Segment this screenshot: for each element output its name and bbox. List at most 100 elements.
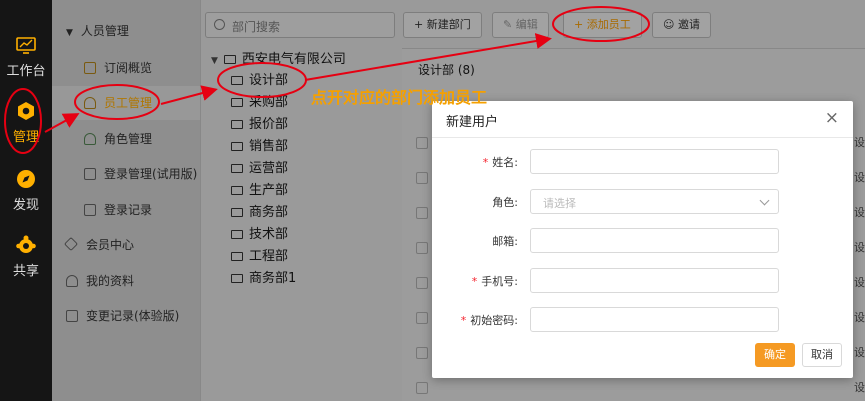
nav-item-label: 会员中心 <box>86 238 135 252</box>
tree-item-dept[interactable]: 采购部 <box>231 93 288 113</box>
field-label-text: 姓名: <box>492 156 518 169</box>
nav-section-title: 人员管理 <box>80 24 129 38</box>
caret-down-icon: ▼ <box>66 28 73 38</box>
nav-section-header[interactable]: ▼ 人员管理 <box>66 22 129 39</box>
row-checkbox[interactable] <box>416 137 428 149</box>
tree-item-dept[interactable]: 技术部 <box>231 225 288 245</box>
new-department-button[interactable]: + 新建部门 <box>403 12 482 38</box>
confirm-button[interactable]: 确定 <box>755 343 795 367</box>
folder-icon <box>231 252 243 261</box>
rail-item-manage[interactable]: 管理 <box>0 100 52 145</box>
row-checkbox[interactable] <box>416 347 428 359</box>
button-label: 新建部门 <box>426 18 471 31</box>
row-cell: 设 <box>854 136 865 149</box>
nav-item-login-manage[interactable]: 登录管理(试用版) <box>52 157 200 191</box>
button-label: 添加员工 <box>586 18 631 31</box>
folder-icon <box>231 186 243 195</box>
folder-icon <box>231 208 243 217</box>
email-input[interactable] <box>530 228 779 253</box>
department-title: 设计部 (8) <box>418 63 475 77</box>
user-icon <box>84 97 96 109</box>
tree-item-dept[interactable]: 生产部 <box>231 181 288 201</box>
tree-root[interactable]: ▼ 西安电气有限公司 <box>211 50 346 70</box>
row-checkbox[interactable] <box>416 242 428 254</box>
nav-item-my-profile[interactable]: 我的资料 <box>52 264 200 298</box>
tree-item-dept[interactable]: 报价部 <box>231 115 288 135</box>
tree-item-dept[interactable]: 商务部1 <box>231 269 296 289</box>
dialog-title: 新建用户 <box>446 115 499 130</box>
caret-down-icon: ▼ <box>211 56 218 66</box>
phone-input[interactable] <box>530 268 779 293</box>
new-user-dialog: 新建用户 × * 姓名: 角色: 请选择 邮箱: * 手机号: * 初始密码: 确定 … <box>432 101 853 378</box>
tree-item-dept[interactable]: 运营部 <box>231 159 288 179</box>
nav-item-subscription[interactable]: 订阅概览 <box>52 51 200 85</box>
row-cell: 设 <box>854 276 865 289</box>
folder-icon <box>223 55 236 64</box>
nav-item-login-records[interactable]: 登录记录 <box>52 193 200 227</box>
rail-item-share[interactable]: 共享 <box>0 234 52 279</box>
tree-item-dept[interactable]: 销售部 <box>231 137 288 157</box>
rail-item-workbench[interactable]: 工作台 <box>0 34 52 79</box>
password-label: * 初始密码: <box>436 312 518 328</box>
annotation-text: 点开对应的部门添加员工 <box>311 88 488 107</box>
folder-icon <box>231 76 243 85</box>
row-checkbox[interactable] <box>416 172 428 184</box>
nav-item-roles[interactable]: 角色管理 <box>52 122 200 156</box>
nav-item-label: 员工管理 <box>104 96 153 110</box>
field-label-text: 手机号: <box>481 275 518 288</box>
tree-item-dept[interactable]: 设计部 <box>231 71 288 91</box>
row-cell: 设 <box>854 346 865 359</box>
plus-icon: + <box>414 18 427 31</box>
row-checkbox[interactable] <box>416 382 428 394</box>
row-checkbox[interactable] <box>416 312 428 324</box>
pencil-icon: ✎ <box>503 18 516 31</box>
nav-item-label: 角色管理 <box>104 132 153 146</box>
row-checkbox[interactable] <box>416 207 428 219</box>
tree-item-dept[interactable]: 工程部 <box>231 247 288 267</box>
nav-item-member-center[interactable]: 会员中心 <box>52 228 200 262</box>
nav-item-change-log[interactable]: 变更记录(体验版) <box>52 299 200 333</box>
phone-label: * 手机号: <box>436 273 518 289</box>
edit-button[interactable]: ✎ 编辑 <box>492 12 549 38</box>
tree-item-label: 报价部 <box>249 117 289 132</box>
nav-item-label: 登录记录 <box>104 203 153 217</box>
nav-item-employees[interactable]: 员工管理 <box>52 86 200 120</box>
tree-item-dept[interactable]: 商务部 <box>231 203 288 223</box>
add-employee-button[interactable]: + 添加员工 <box>563 12 642 38</box>
rail-label: 共享 <box>12 264 39 279</box>
initial-password-input[interactable] <box>530 307 779 332</box>
folder-icon <box>231 142 243 151</box>
invite-button[interactable]: ☺ 邀请 <box>652 12 711 38</box>
tree-item-label: 销售部 <box>249 139 289 154</box>
nav-item-label: 变更记录(体验版) <box>86 309 180 323</box>
role-select[interactable]: 请选择 <box>530 189 779 214</box>
user-role-icon <box>84 133 96 145</box>
tree-item-label: 工程部 <box>249 249 289 264</box>
row-cell: 设 <box>854 171 865 184</box>
department-search-input[interactable]: 部门搜索 <box>205 12 395 38</box>
cancel-button[interactable]: 取消 <box>802 343 842 367</box>
select-placeholder: 请选择 <box>543 197 576 210</box>
tree-item-label: 商务部 <box>249 205 289 220</box>
chevron-down-icon <box>759 195 770 206</box>
close-icon[interactable]: × <box>825 109 839 127</box>
field-label-text: 角色: <box>492 196 518 209</box>
name-input[interactable] <box>530 149 779 174</box>
folder-icon <box>231 98 243 107</box>
tree-root-label: 西安电气有限公司 <box>241 52 346 67</box>
grid-icon <box>84 62 96 74</box>
edit-icon <box>66 310 78 322</box>
tree-item-label: 技术部 <box>249 227 289 242</box>
rail-item-discover[interactable]: 发现 <box>0 168 52 213</box>
email-label: 邮箱: <box>436 233 518 249</box>
name-label: * 姓名: <box>436 154 518 170</box>
field-label-text: 初始密码: <box>470 314 518 327</box>
dialog-header: 新建用户 × <box>432 101 853 138</box>
row-cell: 设 <box>854 381 865 394</box>
row-cell: 设 <box>854 311 865 324</box>
field-label-text: 邮箱: <box>492 235 518 248</box>
gear-hexagon-icon <box>18 102 34 120</box>
row-checkbox[interactable] <box>416 277 428 289</box>
row-cell: 设 <box>854 241 865 254</box>
monitor-icon <box>84 168 96 180</box>
